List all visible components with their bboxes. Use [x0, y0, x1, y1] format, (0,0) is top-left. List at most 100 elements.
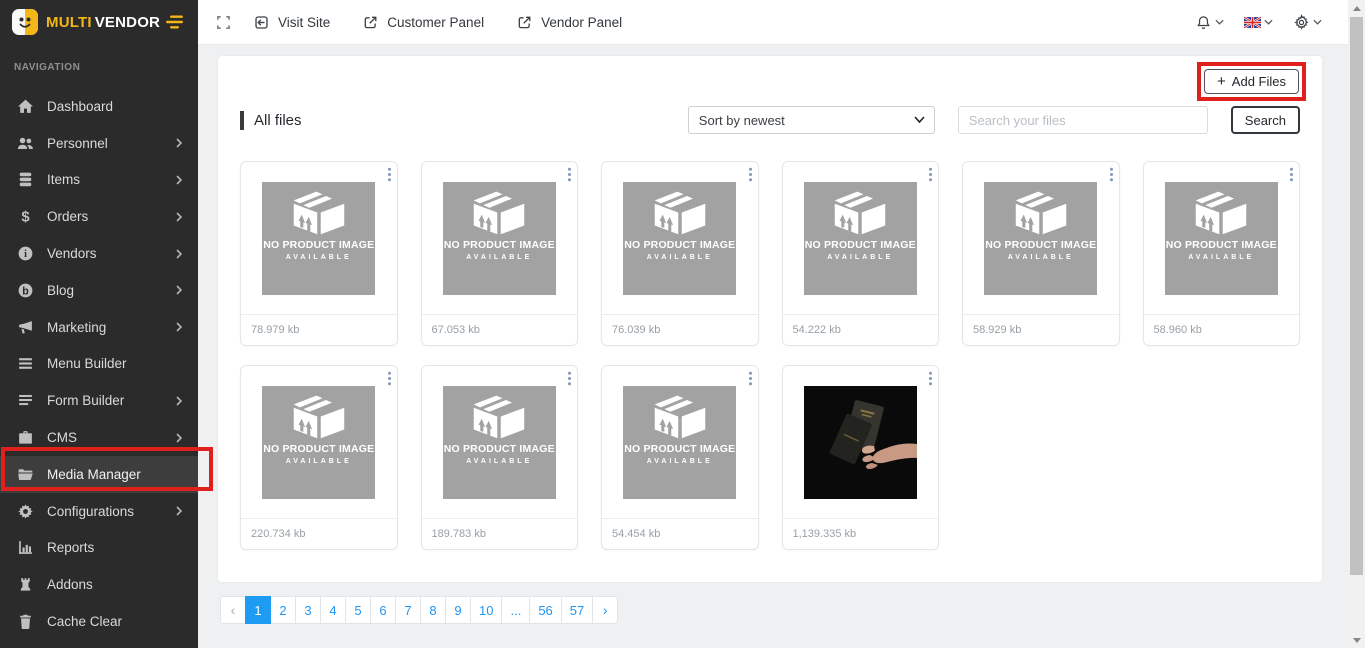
kebab-menu-icon[interactable] [1109, 167, 1114, 182]
search-button[interactable]: Search [1231, 106, 1300, 134]
file-card[interactable]: NO PRODUCT IMAGE AVAILABLE 189.783 kb [421, 365, 579, 550]
sidebar-item-addons[interactable]: Addons [0, 566, 198, 603]
sort-select[interactable]: Sort by newest [688, 106, 935, 134]
file-card[interactable]: 1,139.335 kb [782, 365, 940, 550]
brand: MULTIVENDOR [0, 0, 198, 44]
pagination-page-5[interactable]: 5 [345, 596, 371, 624]
no-product-image-placeholder: NO PRODUCT IMAGE AVAILABLE [623, 182, 736, 295]
rook-icon [17, 576, 34, 593]
sidebar-item-dashboard[interactable]: Dashboard [0, 88, 198, 125]
sidebar-item-marketing[interactable]: Marketing [0, 309, 198, 346]
file-size-label: 54.454 kb [612, 528, 660, 540]
chevron-right-icon [176, 285, 182, 295]
vendor-panel-link[interactable]: Vendor Panel [516, 14, 622, 31]
uk-flag-dropdown[interactable] [1244, 14, 1273, 31]
kebab-menu-icon[interactable] [748, 371, 753, 386]
sidebar-item-personnel[interactable]: Personnel [0, 125, 198, 162]
file-card[interactable]: NO PRODUCT IMAGE AVAILABLE 58.960 kb [1143, 161, 1301, 346]
gear-icon [17, 503, 34, 520]
chevron-down-icon [1264, 19, 1273, 25]
chevron-right-icon [176, 175, 182, 185]
files-toolbar: All files Sort by newest Search [218, 56, 1322, 134]
chevron-right-icon [176, 212, 182, 222]
pagination-page-56[interactable]: 56 [529, 596, 561, 624]
kebab-menu-icon[interactable] [387, 371, 392, 386]
file-card[interactable]: NO PRODUCT IMAGE AVAILABLE 54.454 kb [601, 365, 759, 550]
sidebar-item-blog[interactable]: b Blog [0, 272, 198, 309]
pagination-page-6[interactable]: 6 [370, 596, 396, 624]
chart-icon [17, 539, 34, 556]
no-product-image-placeholder: NO PRODUCT IMAGE AVAILABLE [623, 386, 736, 499]
file-size-label: 58.960 kb [1154, 324, 1202, 336]
kebab-menu-icon[interactable] [567, 371, 572, 386]
kebab-menu-icon[interactable] [387, 167, 392, 182]
package-box-icon [291, 393, 347, 440]
kebab-menu-icon[interactable] [748, 167, 753, 182]
sidebar-item-cache-clear[interactable]: Cache Clear [0, 603, 198, 640]
file-card[interactable]: NO PRODUCT IMAGE AVAILABLE 67.053 kb [421, 161, 579, 346]
pagination-page-8[interactable]: 8 [420, 596, 446, 624]
sidebar: MULTIVENDOR NAVIGATION Dashboard Personn… [0, 0, 198, 648]
sidebar-item-media-manager[interactable]: Media Manager [0, 456, 198, 493]
kebab-menu-icon[interactable] [928, 167, 933, 182]
form-icon [17, 392, 34, 409]
pagination-page-57[interactable]: 57 [561, 596, 593, 624]
add-files-button[interactable]: + Add Files [1204, 69, 1299, 94]
pagination-page-7[interactable]: 7 [395, 596, 421, 624]
pagination-page-2[interactable]: 2 [270, 596, 296, 624]
sidebar-item-menu-builder[interactable]: Menu Builder [0, 346, 198, 383]
fullscreen-icon[interactable] [216, 15, 231, 30]
navigation-section-label: NAVIGATION [0, 44, 198, 73]
pagination-page-9[interactable]: 9 [445, 596, 471, 624]
pagination-page-1[interactable]: 1 [245, 596, 271, 624]
pagination-page-10[interactable]: 10 [470, 596, 502, 624]
sidebar-item-form-builder[interactable]: Form Builder [0, 382, 198, 419]
package-box-icon [291, 189, 347, 236]
pagination-page-3[interactable]: 3 [295, 596, 321, 624]
scrollbar-down-arrow[interactable] [1348, 632, 1365, 648]
file-size-label: 1,139.335 kb [793, 528, 857, 540]
kebab-menu-icon[interactable] [567, 167, 572, 182]
scrollbar-up-arrow[interactable] [1348, 0, 1365, 16]
home-icon [17, 98, 34, 115]
bell-icon [1195, 14, 1212, 31]
brand-logo-icon [12, 9, 38, 35]
file-card[interactable]: NO PRODUCT IMAGE AVAILABLE 58.929 kb [962, 161, 1120, 346]
bell-dropdown[interactable] [1195, 14, 1224, 31]
sidebar-item-orders[interactable]: $ Orders [0, 198, 198, 235]
scrollbar-thumb[interactable] [1350, 17, 1363, 575]
visit-site-link[interactable]: Visit Site [253, 14, 330, 31]
no-product-image-placeholder: NO PRODUCT IMAGE AVAILABLE [804, 182, 917, 295]
topbar-right [1195, 14, 1322, 31]
pagination-prev[interactable]: ‹ [220, 596, 246, 624]
sidebar-item-vendors[interactable]: i Vendors [0, 235, 198, 272]
file-size-label: 189.783 kb [432, 528, 486, 540]
file-card[interactable]: NO PRODUCT IMAGE AVAILABLE 76.039 kb [601, 161, 759, 346]
annotation-red-box-add-files: + Add Files [1197, 62, 1306, 101]
file-size-label: 220.734 kb [251, 528, 305, 540]
file-card[interactable]: NO PRODUCT IMAGE AVAILABLE 54.222 kb [782, 161, 940, 346]
package-box-icon [652, 189, 708, 236]
kebab-menu-icon[interactable] [928, 371, 933, 386]
sidebar-item-configurations[interactable]: Configurations [0, 493, 198, 530]
gear-outline-dropdown[interactable] [1293, 14, 1322, 31]
kebab-menu-icon[interactable] [1289, 167, 1294, 182]
sidebar-item-cms[interactable]: CMS [0, 419, 198, 456]
brand-title: MULTIVENDOR [46, 14, 160, 31]
file-card[interactable]: NO PRODUCT IMAGE AVAILABLE 78.979 kb [240, 161, 398, 346]
pagination-next[interactable]: › [592, 596, 618, 624]
pagination: ‹12345678910...5657› [220, 596, 618, 624]
file-photo-thumbnail [804, 386, 917, 499]
search-input[interactable] [958, 106, 1208, 134]
pagination-page-4[interactable]: 4 [320, 596, 346, 624]
customer-panel-link[interactable]: Customer Panel [362, 14, 484, 31]
file-size-label: 78.979 kb [251, 324, 299, 336]
package-box-icon [1013, 189, 1069, 236]
file-card[interactable]: NO PRODUCT IMAGE AVAILABLE 220.734 kb [240, 365, 398, 550]
sidebar-toggle-icon[interactable] [166, 15, 184, 29]
svg-text:b: b [22, 285, 29, 297]
menu-icon [17, 355, 34, 372]
sidebar-item-items[interactable]: Items [0, 162, 198, 199]
external-link-icon [516, 14, 533, 31]
sidebar-item-reports[interactable]: Reports [0, 530, 198, 567]
